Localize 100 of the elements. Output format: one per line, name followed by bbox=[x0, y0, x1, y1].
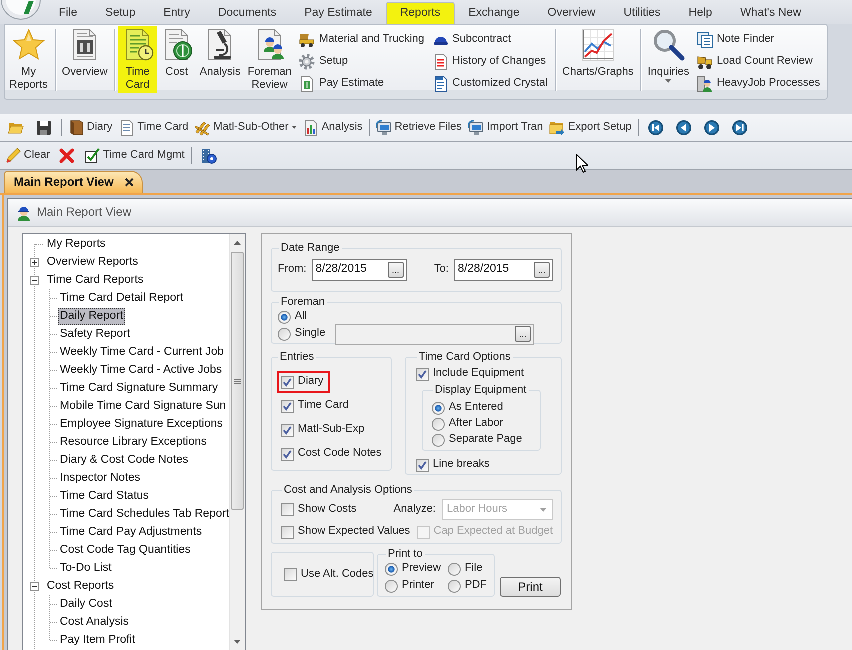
menu-tab[interactable]: Pay Estimate bbox=[290, 2, 386, 24]
ribbon-button[interactable]: Pay Estimate bbox=[297, 73, 427, 95]
toolbar-button[interactable]: Time Card Mgmt bbox=[81, 144, 188, 166]
menu-tab[interactable]: Reports bbox=[386, 2, 455, 24]
ribbon-button[interactable]: Note Finder bbox=[695, 29, 822, 51]
radio-button[interactable] bbox=[448, 580, 461, 592]
ribbon-button[interactable]: Cost bbox=[157, 26, 196, 93]
ribbon-button[interactable]: Foreman Review bbox=[244, 26, 296, 93]
first-icon[interactable] bbox=[648, 120, 664, 136]
ribbon-button[interactable]: Load Count Review bbox=[695, 51, 822, 73]
ribbon-button[interactable]: Material and Trucking bbox=[297, 29, 427, 51]
menu-tab[interactable]: File bbox=[45, 2, 92, 24]
ribbon-button[interactable]: Overview bbox=[58, 26, 112, 93]
radio-button[interactable] bbox=[385, 580, 398, 592]
toolbar-button[interactable]: Export Setup bbox=[546, 116, 635, 138]
tree-item[interactable]: Time Card Detail Report bbox=[58, 290, 186, 306]
tree-item[interactable]: To-Do List bbox=[58, 560, 114, 576]
tree-item[interactable]: Employee Signature Exceptions bbox=[58, 416, 226, 432]
checkbox[interactable] bbox=[416, 368, 429, 380]
ribbon-button[interactable]: HeavyJob Processes bbox=[695, 73, 822, 95]
tree-item[interactable]: Resource Library Exceptions bbox=[58, 434, 210, 450]
ribbon-button[interactable]: History of Changes bbox=[430, 51, 550, 73]
tree-item[interactable]: Daily Report bbox=[58, 308, 126, 324]
browse-button[interactable]: ... bbox=[534, 262, 550, 278]
toolbar-button[interactable]: Retrieve Files bbox=[372, 116, 466, 138]
tree-item[interactable]: Pay Item Profit bbox=[58, 632, 138, 648]
toolbar-button[interactable]: Analysis bbox=[300, 116, 366, 138]
checkbox[interactable] bbox=[281, 503, 294, 516]
ribbon-button[interactable]: Setup bbox=[297, 51, 427, 73]
radio-button[interactable] bbox=[432, 402, 445, 414]
menu-tab[interactable]: Utilities bbox=[610, 2, 675, 24]
radio-button[interactable] bbox=[432, 434, 445, 446]
pencil-icon bbox=[5, 148, 21, 164]
menu-tab[interactable]: Exchange bbox=[454, 2, 534, 24]
save-icon[interactable] bbox=[36, 120, 52, 136]
tree-item[interactable]: Time Card Schedules Tab Report bbox=[58, 506, 229, 522]
tree-item[interactable]: Inspector Notes bbox=[58, 470, 143, 486]
checkbox[interactable] bbox=[281, 376, 294, 388]
checkbox[interactable] bbox=[281, 400, 294, 412]
tree-item[interactable]: Safety Report bbox=[58, 326, 132, 342]
menu-tab[interactable]: Help bbox=[674, 2, 726, 24]
tree-item[interactable]: Diary & Cost Code Notes bbox=[58, 452, 190, 468]
menu-tab[interactable]: Overview bbox=[534, 2, 610, 24]
toolbar-button[interactable]: Time Card bbox=[116, 116, 192, 138]
tree-item[interactable]: Mobile Time Card Signature Sun bbox=[58, 398, 228, 414]
menu-tab[interactable]: Documents bbox=[204, 2, 291, 24]
ribbon-button[interactable]: My Reports bbox=[6, 26, 52, 93]
logo-icon[interactable] bbox=[0, 0, 42, 20]
radio-button[interactable] bbox=[278, 310, 291, 324]
toolbar-button[interactable]: Clear bbox=[2, 144, 54, 166]
tree-item[interactable]: Overview Reports bbox=[45, 254, 140, 270]
browse-button[interactable]: ... bbox=[388, 262, 404, 278]
ribbon-button[interactable]: Subcontract bbox=[430, 29, 550, 51]
scrollbar-thumb[interactable] bbox=[231, 252, 244, 510]
tree-item[interactable]: Weekly Time Card - Active Jobs bbox=[58, 362, 224, 378]
checkbox[interactable] bbox=[281, 526, 294, 538]
radio-button[interactable] bbox=[278, 328, 291, 340]
previous-icon[interactable] bbox=[676, 120, 692, 136]
film-strip-icon[interactable] bbox=[200, 148, 217, 164]
tree-item[interactable]: Cost Reports bbox=[45, 578, 116, 594]
toolbar-button[interactable]: Matl-Sub-Other bbox=[192, 116, 300, 138]
star-icon bbox=[12, 29, 45, 61]
tree-item[interactable]: Time Card Reports bbox=[45, 272, 146, 288]
tree-item[interactable]: Daily Cost bbox=[58, 596, 114, 612]
toolbar-button[interactable]: Diary bbox=[65, 116, 116, 138]
print-button[interactable]: Print bbox=[500, 577, 561, 597]
tree-item[interactable]: Time Card Signature Summary bbox=[58, 380, 220, 396]
tree-item[interactable]: Cost Code Tag Quantities bbox=[58, 542, 193, 558]
checkbox[interactable] bbox=[281, 448, 294, 460]
tree-item[interactable]: My Reports bbox=[45, 236, 108, 252]
checkbox[interactable] bbox=[416, 458, 429, 472]
last-icon[interactable] bbox=[732, 120, 748, 136]
ribbon-button[interactable]: Time Card bbox=[118, 26, 158, 93]
ribbon-button[interactable]: Inquiries bbox=[644, 26, 693, 93]
next-icon[interactable] bbox=[704, 120, 720, 136]
expand-icon[interactable] bbox=[30, 258, 38, 266]
radio-button[interactable] bbox=[448, 562, 461, 576]
ribbon-button[interactable]: Customized Crystal bbox=[430, 73, 550, 95]
document-tab[interactable]: Main Report View bbox=[4, 171, 143, 193]
collapse-icon[interactable] bbox=[30, 582, 38, 590]
date-field[interactable]: 8/28/2015 ... bbox=[454, 259, 553, 281]
radio-button[interactable] bbox=[432, 418, 445, 430]
menu-tab[interactable]: What's New bbox=[726, 2, 816, 24]
radio-button[interactable] bbox=[385, 562, 398, 576]
menu-tab[interactable]: Entry bbox=[150, 2, 204, 24]
ribbon-button[interactable]: Analysis bbox=[196, 26, 244, 93]
tree-item[interactable]: Weekly Time Card - Current Job bbox=[58, 344, 226, 360]
toolbar-button[interactable]: Import Tran bbox=[465, 116, 546, 138]
tree-item[interactable]: Time Card Status bbox=[58, 488, 152, 504]
date-field[interactable]: 8/28/2015 ... bbox=[312, 259, 407, 281]
menu-tab[interactable]: Setup bbox=[92, 2, 150, 24]
collapse-icon[interactable] bbox=[30, 276, 38, 284]
close-icon[interactable] bbox=[124, 178, 134, 187]
delete-icon[interactable] bbox=[59, 148, 76, 164]
group-title: Cost and Analysis Options bbox=[283, 484, 414, 497]
tree-item[interactable]: Cost Analysis bbox=[58, 614, 132, 630]
checkbox[interactable] bbox=[281, 424, 294, 436]
ribbon-button[interactable]: Charts/Graphs bbox=[558, 26, 638, 93]
tree-item[interactable]: Time Card Pay Adjustments bbox=[58, 524, 204, 540]
checkbox[interactable] bbox=[284, 568, 297, 581]
